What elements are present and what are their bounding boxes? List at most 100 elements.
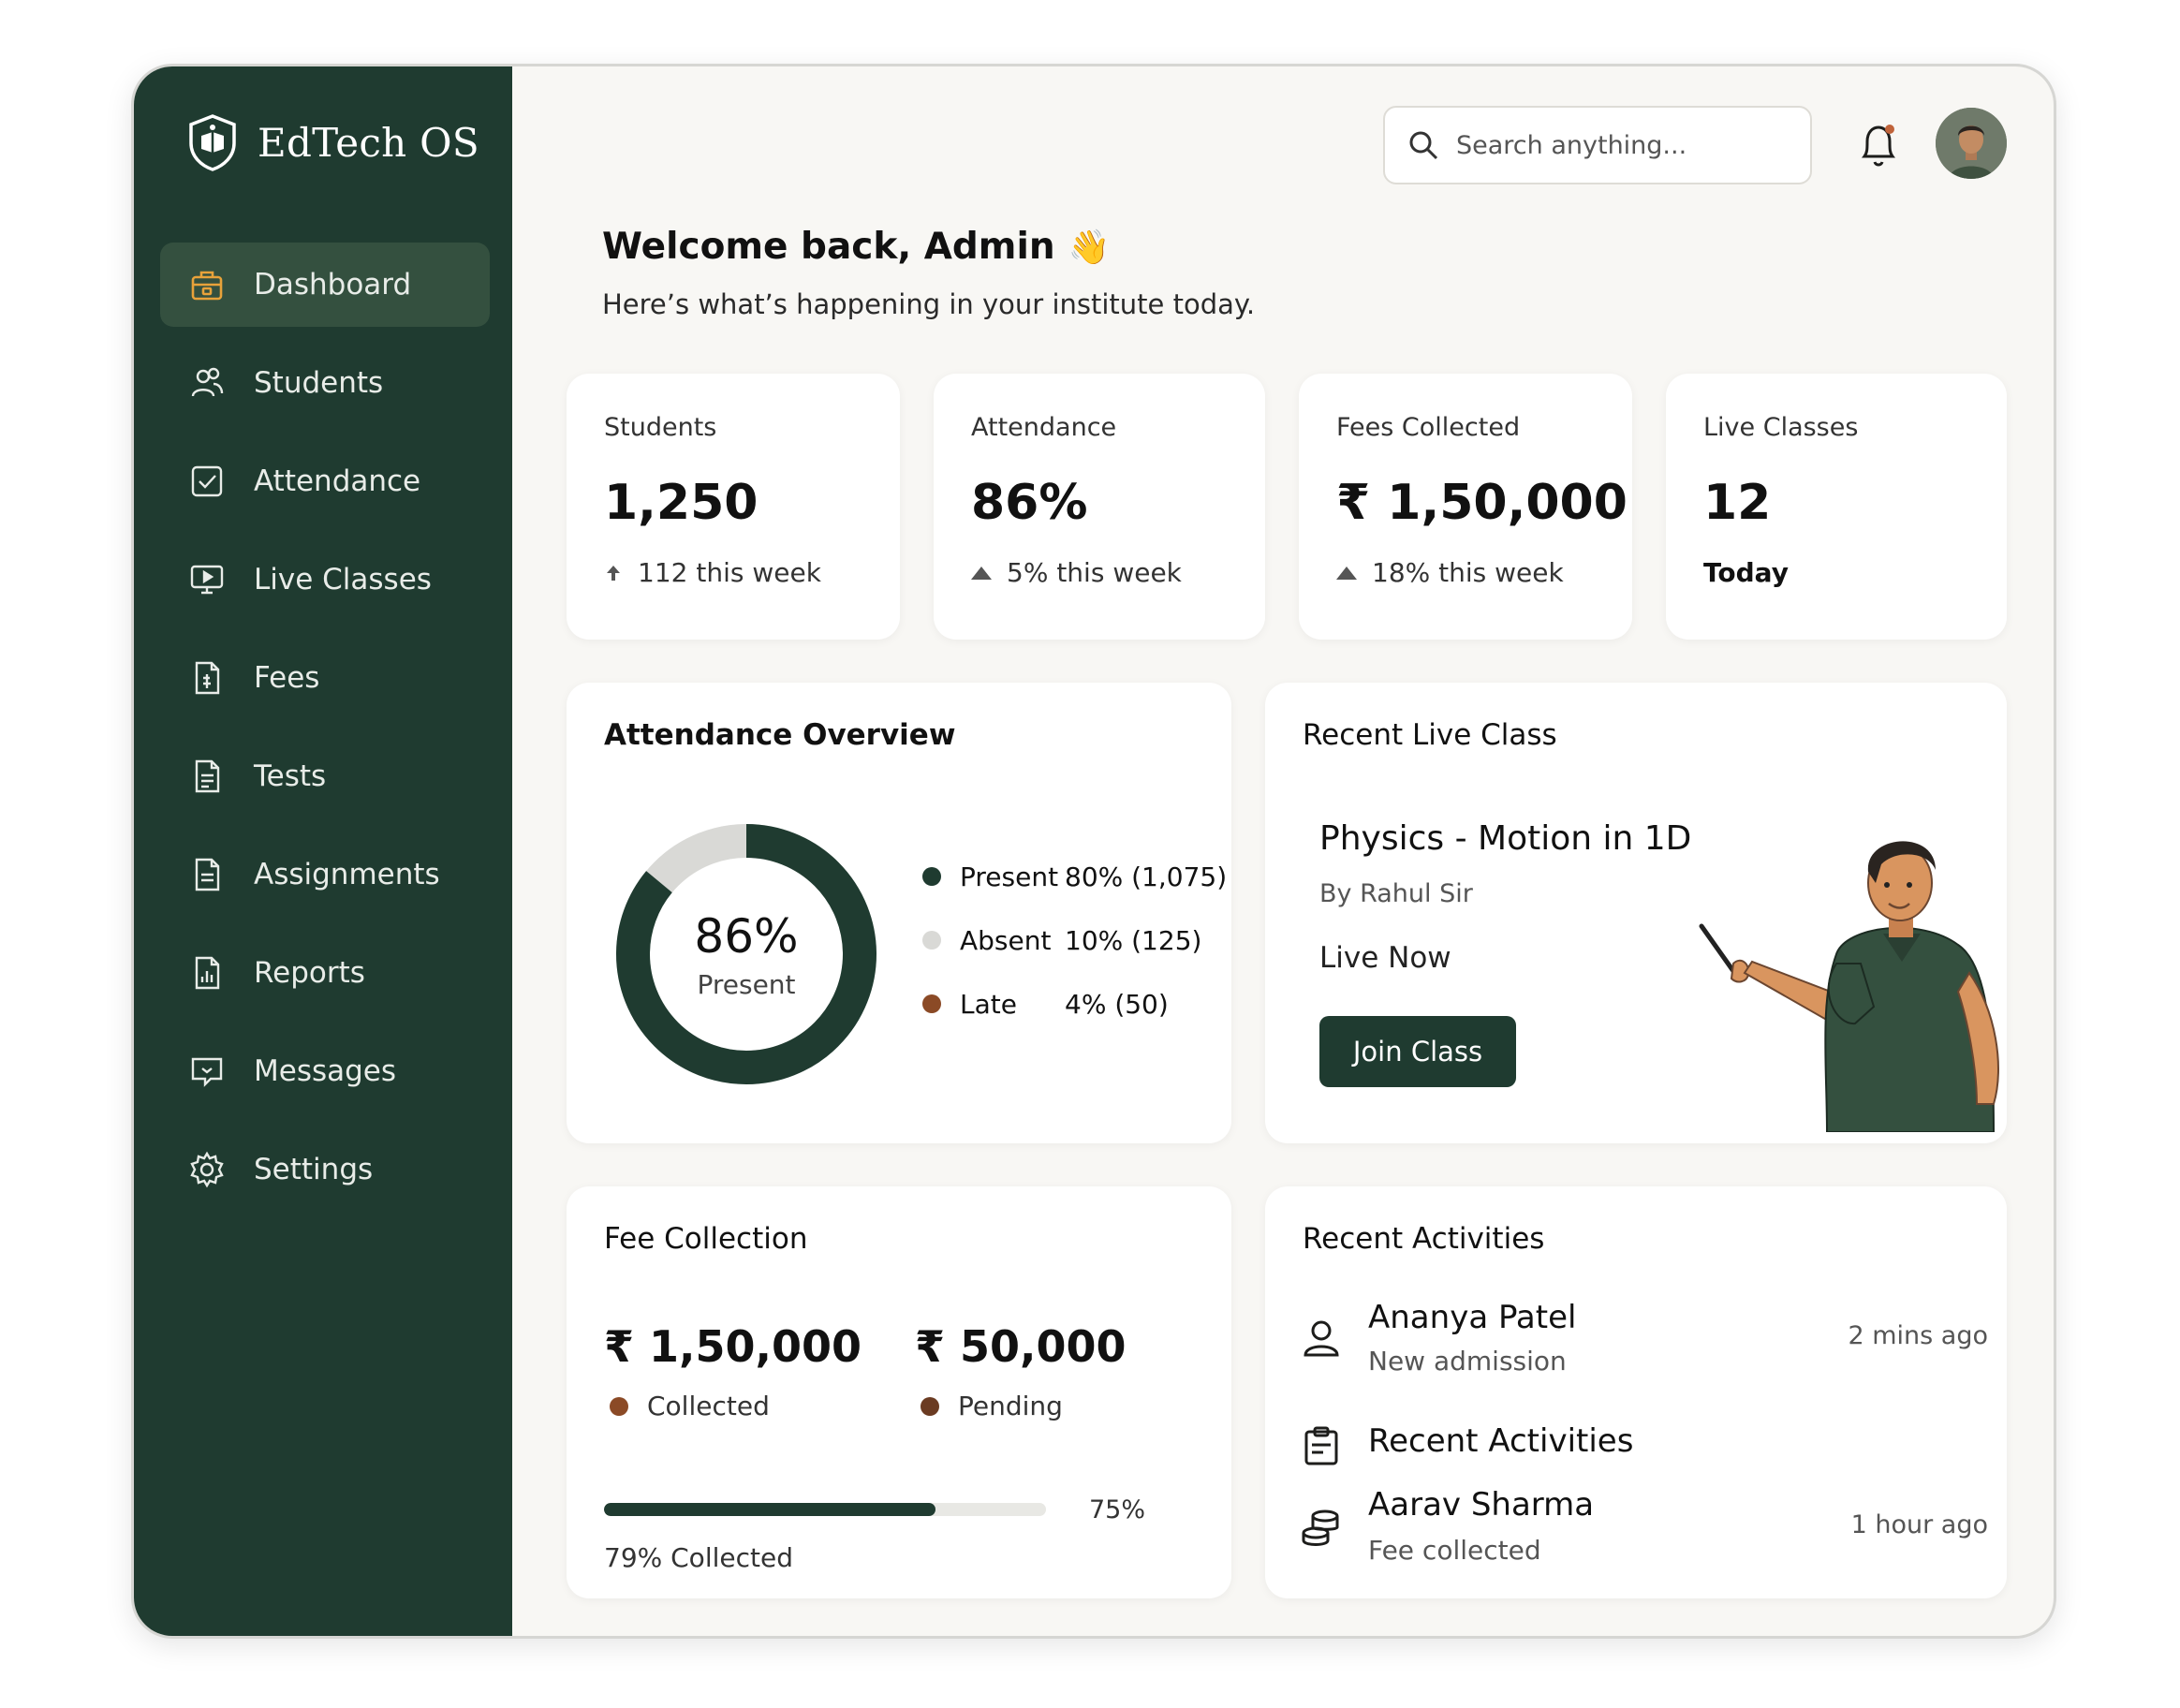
- legend-value: 80% (1,075): [1065, 861, 1228, 892]
- welcome-title: Welcome back, Admin: [602, 226, 1055, 268]
- recent-activities-card: Recent Activities Ananya Patel New admis…: [1265, 1186, 2007, 1598]
- card-title: Fee Collection: [604, 1222, 808, 1256]
- donut-label: Present: [697, 968, 796, 1000]
- fee-progress-bar: [604, 1503, 1046, 1516]
- waving-hand-icon: 👋: [1068, 228, 1111, 267]
- stat-value: 1,250: [604, 475, 759, 531]
- pending-dot: [921, 1396, 939, 1416]
- stat-card-fees-collected[interactable]: Fees Collected ₹ 1,50,000 18% this week: [1299, 374, 1632, 640]
- legend-value: 10% (125): [1065, 924, 1202, 956]
- welcome-subtitle: Here’s what’s happening in your institut…: [602, 288, 1256, 320]
- sidebar-item-label: Reports: [254, 956, 365, 990]
- stat-value: 86%: [971, 475, 1088, 531]
- stat-delta: 5% this week: [971, 557, 1182, 588]
- sidebar-item-label: Tests: [254, 759, 327, 793]
- donut-center: 86% Present: [611, 819, 881, 1089]
- coins-icon: [1302, 1509, 1339, 1546]
- card-title: Recent Activities: [1303, 1222, 1545, 1256]
- class-status: Live Now: [1319, 941, 1451, 975]
- shield-logo-icon: [189, 114, 236, 171]
- class-name: Physics - Motion in 1D: [1319, 819, 1692, 858]
- collected-label-row: Collected: [610, 1391, 770, 1421]
- triangle-up-icon: [971, 566, 992, 580]
- legend-name: Late: [960, 988, 1017, 1020]
- sidebar-item-label: Assignments: [254, 858, 440, 891]
- legend-dot: [922, 994, 941, 1013]
- sidebar-nav: Dashboard Students Attendance Live Class…: [160, 243, 490, 1226]
- activity-name: Recent Activities: [1368, 1422, 1634, 1460]
- avatar[interactable]: [1936, 108, 2007, 179]
- students-icon: [188, 364, 226, 402]
- activity-time: 1 hour ago: [1850, 1510, 1988, 1539]
- search-input[interactable]: [1456, 130, 1793, 160]
- legend-dot: [922, 931, 941, 950]
- attendance-icon: [188, 463, 226, 500]
- reports-icon: [188, 954, 226, 992]
- page-title: Welcome back, Admin 👋: [602, 226, 1255, 268]
- dashboard-icon: [188, 266, 226, 303]
- pending-label-row: Pending: [921, 1391, 1063, 1421]
- activity-name: Aarav Sharma: [1368, 1486, 1595, 1524]
- sidebar-item-label: Students: [254, 366, 384, 400]
- stat-value: 12: [1703, 475, 1772, 531]
- messages-icon: [188, 1053, 226, 1090]
- search-box[interactable]: [1383, 106, 1812, 184]
- collected-dot: [610, 1396, 628, 1416]
- legend-item-present: Present 80% (1,075): [922, 861, 1227, 892]
- tests-icon: [188, 758, 226, 795]
- stat-label: Students: [604, 413, 717, 442]
- activity-time: 2 mins ago: [1848, 1321, 1988, 1350]
- clipboard-icon: [1304, 1426, 1338, 1465]
- fee-progress-fill: [604, 1503, 935, 1516]
- sidebar-item-dashboard[interactable]: Dashboard: [160, 243, 490, 327]
- attendance-legend: Present 80% (1,075) Absent 10% (125) Lat…: [922, 861, 1227, 1052]
- sidebar-item-label: Settings: [254, 1153, 374, 1186]
- fee-progress-label: 79% Collected: [604, 1542, 793, 1573]
- class-teacher: By Rahul Sir: [1319, 879, 1473, 908]
- legend-name: Present: [960, 861, 1059, 892]
- sidebar-item-attendance[interactable]: Attendance: [160, 439, 490, 523]
- sidebar-item-tests[interactable]: Tests: [160, 734, 490, 818]
- legend-value: 4% (50): [1065, 988, 1169, 1020]
- sidebar-item-live-classes[interactable]: Live Classes: [160, 537, 490, 622]
- stat-delta-text: 5% this week: [1007, 557, 1182, 588]
- triangle-up-icon: [1336, 566, 1357, 580]
- stat-card-students[interactable]: Students 1,250 112 this week: [567, 374, 900, 640]
- brand[interactable]: EdTech OS: [186, 113, 479, 171]
- sidebar-item-reports[interactable]: Reports: [160, 931, 490, 1015]
- legend-item-absent: Absent 10% (125): [922, 924, 1227, 956]
- card-title: Attendance Overview: [604, 718, 956, 752]
- fee-collection-card: Fee Collection ₹ 1,50,000 Collected ₹ 50…: [567, 1186, 1231, 1598]
- join-class-button[interactable]: Join Class: [1319, 1016, 1516, 1087]
- legend-item-late: Late 4% (50): [922, 988, 1227, 1020]
- stat-card-attendance[interactable]: Attendance 86% 5% this week: [934, 374, 1265, 640]
- brand-name: EdTech OS: [258, 119, 479, 166]
- teacher-illustration: [1699, 841, 1999, 1132]
- collected-label: Collected: [647, 1391, 770, 1421]
- stat-delta-text: Today: [1703, 557, 1789, 588]
- donut-value: 86%: [694, 908, 799, 964]
- assignments-icon: [188, 856, 226, 893]
- bell-icon[interactable]: [1855, 119, 1902, 171]
- sidebar: EdTech OS Dashboard Students Attendance: [134, 66, 512, 1636]
- sidebar-item-assignments[interactable]: Assignments: [160, 832, 490, 917]
- stat-card-live-classes[interactable]: Live Classes 12 Today: [1666, 374, 2007, 640]
- stat-delta: 18% this week: [1336, 557, 1564, 588]
- pending-amount: ₹ 50,000: [915, 1321, 1127, 1372]
- user-icon: [1304, 1320, 1339, 1357]
- app-window: EdTech OS Dashboard Students Attendance: [131, 64, 2056, 1639]
- sidebar-item-settings[interactable]: Settings: [160, 1127, 490, 1212]
- pending-label: Pending: [958, 1391, 1063, 1421]
- sidebar-item-fees[interactable]: Fees: [160, 636, 490, 720]
- activity-sub: Fee collected: [1368, 1535, 1541, 1566]
- activity-sub: New admission: [1368, 1346, 1567, 1377]
- sidebar-item-students[interactable]: Students: [160, 341, 490, 425]
- stat-label: Live Classes: [1703, 413, 1859, 442]
- sidebar-item-label: Messages: [254, 1054, 397, 1088]
- stat-value: ₹ 1,50,000: [1336, 475, 1628, 531]
- fee-progress-percent: 75%: [1089, 1495, 1146, 1524]
- stat-delta: 112 this week: [604, 557, 821, 588]
- sidebar-item-messages[interactable]: Messages: [160, 1029, 490, 1113]
- stat-delta: Today: [1703, 557, 1789, 588]
- stat-label: Attendance: [971, 413, 1117, 442]
